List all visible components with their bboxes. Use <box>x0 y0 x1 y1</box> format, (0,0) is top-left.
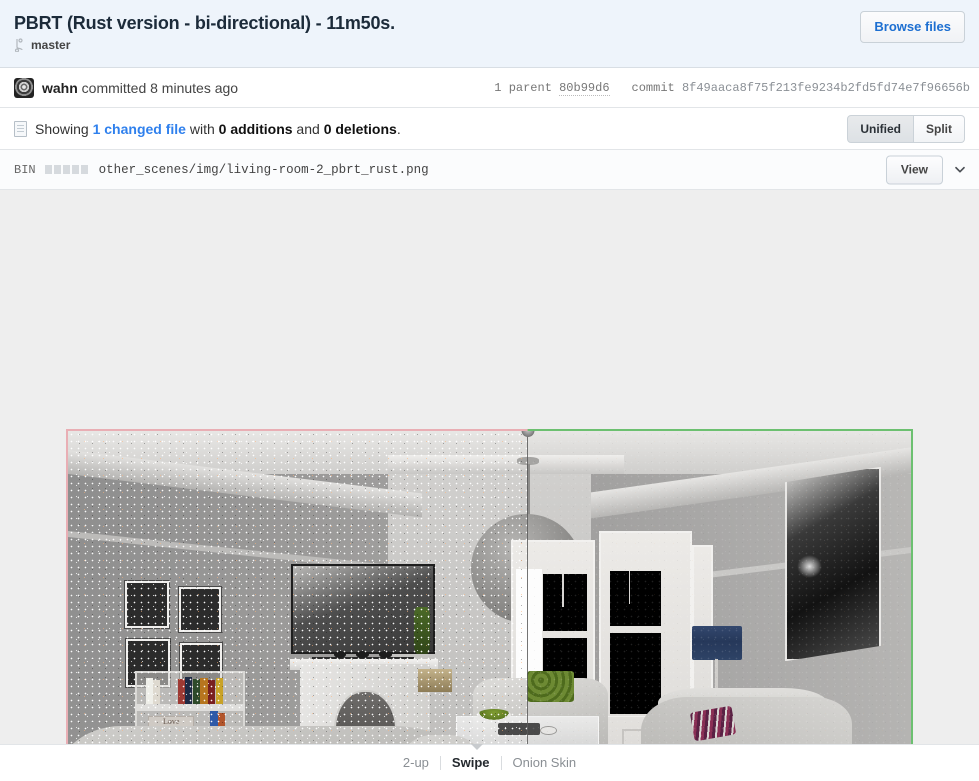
diffstat-block <box>53 165 61 174</box>
parent-label: 1 parent <box>494 80 552 95</box>
diffstat-block <box>80 165 88 174</box>
commit-sha-block: 1 parent 80b99d6 commit 8f49aaca8f75f213… <box>494 80 970 96</box>
page-title: PBRT (Rust version - bi-directional) - 1… <box>14 13 395 33</box>
file-path[interactable]: other_scenes/img/living-room-2_pbrt_rust… <box>99 163 429 177</box>
commit-author-row: wahn committed 8 minutes ago 1 parent 80… <box>0 68 979 108</box>
deletions-count: 0 deletions <box>323 120 397 137</box>
diffstat-blocks <box>44 165 88 174</box>
mode-swipe[interactable]: Swipe <box>441 755 501 771</box>
tab-unified[interactable]: Unified <box>847 114 914 143</box>
file-header-actions: View <box>885 155 967 184</box>
image-diff-viewport: Love <box>0 190 979 745</box>
period: . <box>396 120 401 137</box>
active-mode-caret <box>471 744 483 750</box>
mode-onion-skin[interactable]: Onion Skin <box>502 755 588 771</box>
diffstat-block <box>71 165 79 174</box>
commit-time-text: committed 8 minutes ago <box>77 79 239 96</box>
with-text: with <box>185 120 219 137</box>
branch-icon <box>14 38 26 53</box>
branch-row: master <box>14 38 965 53</box>
parent-commit: 1 parent 80b99d6 <box>494 80 610 96</box>
commit-sha-value[interactable]: 8f49aaca8f75f213fe9234b2fd5fd74e7f96656b <box>682 81 970 95</box>
image-diff-mode-bar: 2-up Swipe Onion Skin <box>0 744 979 781</box>
showing-prefix: Showing <box>35 120 93 137</box>
commit-author-text: wahn committed 8 minutes ago <box>42 80 238 96</box>
additions-count: 0 additions <box>218 120 293 137</box>
and-text: and <box>292 120 324 137</box>
view-button[interactable]: View <box>885 155 943 184</box>
branch-name[interactable]: master <box>31 38 70 52</box>
chevron-down-icon[interactable] <box>953 163 967 177</box>
commit-diff-page: PBRT (Rust version - bi-directional) - 1… <box>0 0 979 781</box>
browse-files-button[interactable]: Browse files <box>860 11 965 43</box>
changed-files-link[interactable]: 1 changed file <box>93 121 186 137</box>
bin-label: BIN <box>14 162 36 177</box>
commit-sha: commit 8f49aaca8f75f213fe9234b2fd5fd74e7… <box>632 81 970 95</box>
file-diff-icon <box>14 120 27 137</box>
mode-2-up[interactable]: 2-up <box>392 755 440 771</box>
diff-summary-row: Showing 1 changed file with 0 additions … <box>0 108 979 150</box>
diff-view-toggle: Unified Split <box>847 114 965 143</box>
diff-summary-text: Showing 1 changed file with 0 additions … <box>35 121 401 137</box>
tab-split[interactable]: Split <box>914 114 965 143</box>
commit-label: commit <box>631 80 675 95</box>
author-username[interactable]: wahn <box>42 80 78 96</box>
diffstat-block <box>62 165 70 174</box>
image-diff-frame: Love <box>66 429 913 744</box>
avatar[interactable] <box>14 77 34 98</box>
parent-sha[interactable]: 80b99d6 <box>559 80 610 96</box>
diffstat-block <box>44 165 52 174</box>
commit-header: PBRT (Rust version - bi-directional) - 1… <box>0 0 979 68</box>
file-header: BIN other_scenes/img/living-room-2_pbrt_… <box>0 150 979 190</box>
